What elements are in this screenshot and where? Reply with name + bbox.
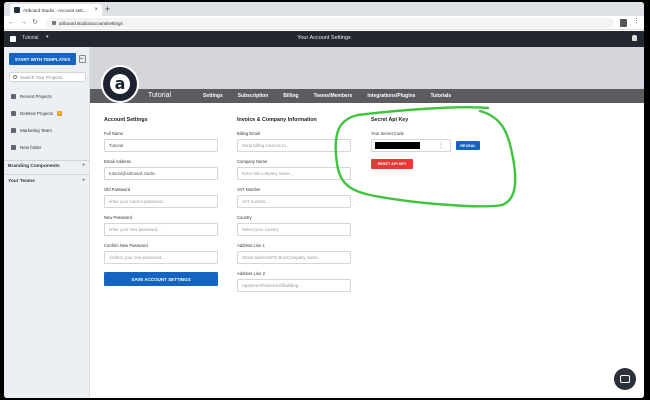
sidebar-item-label: Marketing Team <box>20 127 52 133</box>
search-icon <box>13 75 17 79</box>
confirm-password-field[interactable]: confirm your new password... <box>104 251 218 264</box>
section-your-teams[interactable]: Your Teams <box>8 179 35 184</box>
settings-tabs: Settings Subscription Billing Teams/Memb… <box>203 89 451 103</box>
annotation-highlight-icon <box>334 105 517 208</box>
country-label: Country <box>237 215 252 220</box>
forward-icon[interactable]: → <box>20 18 27 28</box>
start-with-templates-button[interactable]: START WITH TEMPLATES <box>9 53 76 65</box>
new-tab-button[interactable]: + <box>105 4 110 14</box>
full-name-field[interactable]: Tutorial <box>104 139 218 152</box>
address-bar[interactable]: artboard.studio/account/settings <box>46 18 614 28</box>
collapse-sidebar-icon[interactable]: ⇤ <box>79 55 86 63</box>
clock-icon <box>11 93 16 99</box>
search-projects-input[interactable]: Search Your Projects... <box>9 72 86 82</box>
sidebar-item-label: New folder <box>20 144 42 150</box>
browser-toolbar: ← → ↻ artboard.studio/account/settings ⋮ <box>4 16 644 30</box>
old-password-label: Old Password <box>104 187 131 192</box>
country-select[interactable]: Select your country <box>237 223 351 236</box>
tab-settings[interactable]: Settings <box>203 93 223 99</box>
close-tab-icon[interactable]: × <box>94 7 98 13</box>
chat-widget-button[interactable] <box>614 368 636 390</box>
reload-icon[interactable]: ↻ <box>32 18 38 28</box>
folder-icon <box>11 144 16 150</box>
tab-strip: Artboard Studio - Account sett... × + <box>4 2 644 16</box>
search-placeholder: Search Your Projects... <box>20 74 66 80</box>
tab-tutorials[interactable]: Tutorials <box>430 93 451 99</box>
back-icon[interactable]: ← <box>8 18 15 28</box>
add-icon[interactable]: + <box>82 163 86 169</box>
chat-icon <box>620 375 630 383</box>
video-frame: Artboard Studio - Account sett... × + ← … <box>0 0 650 400</box>
address-line-1-field[interactable]: Street address/PO Box/Company name... <box>237 251 351 264</box>
save-account-settings-button[interactable]: SAVE ACCOUNT SETTINGS <box>104 272 218 286</box>
tab-integrations-plugins[interactable]: Integrations/Plugins <box>367 93 415 99</box>
tab-subscription[interactable]: Subscription <box>238 93 269 99</box>
url-text: artboard.studio/account/settings <box>59 20 123 26</box>
tab-billing[interactable]: Billing <box>283 93 298 99</box>
browser-menu-icon[interactable]: ⋮ <box>633 17 640 27</box>
divider <box>4 174 90 175</box>
favicon-icon <box>14 7 20 13</box>
app-topbar: Tutorial ▾ Your Account Settings <box>4 31 644 47</box>
email-label: Email Address <box>104 159 131 164</box>
folder-icon <box>11 127 16 133</box>
new-password-field[interactable]: enter your new password... <box>104 223 218 236</box>
sidebar-item-label: Recent Projects <box>20 93 52 99</box>
confirm-password-label: Confirm New Password <box>104 243 148 248</box>
project-name: Tutorial <box>148 92 172 99</box>
avatar[interactable]: a <box>101 65 139 103</box>
divider <box>4 160 90 161</box>
account-settings-form: Account Settings Full Name Tutorial Emai… <box>104 117 218 286</box>
avatar-letter: a <box>110 74 130 94</box>
lock-icon <box>52 21 56 25</box>
browser-tab[interactable]: Artboard Studio - Account sett... × <box>10 4 102 16</box>
sidebar-item-marketing-team[interactable]: Marketing Team <box>11 125 52 135</box>
address-line-2-label: Address Line 2 <box>237 271 265 276</box>
sidebar-item-new-folder[interactable]: New folder <box>11 142 42 152</box>
notification-bell-icon[interactable] <box>632 35 637 41</box>
full-name-label: Full Name <box>104 131 124 136</box>
sidebar-item-label: Deleted Projects <box>20 110 54 116</box>
tab-teams-members[interactable]: Teams/Members <box>314 93 353 99</box>
old-password-field[interactable]: enter your current password... <box>104 195 218 208</box>
profile-icon[interactable] <box>620 19 627 27</box>
page-title: Your Account Settings <box>297 35 351 41</box>
address-line-1-label: Address Line 1 <box>237 243 265 248</box>
add-icon[interactable]: + <box>82 178 86 184</box>
section-branding-components[interactable]: Branding Components <box>8 164 60 169</box>
sidebar-item-recent-projects[interactable]: Recent Projects <box>11 91 52 101</box>
browser-window: Artboard Studio - Account sett... × + ← … <box>4 2 644 398</box>
main-content: a Tutorial Settings Subscription Billing… <box>90 47 644 398</box>
email-field[interactable]: tutorial@artboard.studio <box>104 167 218 180</box>
header-banner <box>90 47 644 89</box>
trash-icon <box>11 110 16 116</box>
new-password-label: New Password <box>104 215 132 220</box>
address-line-2-field[interactable]: Apartment/Suite/Unit/Building... <box>237 279 351 292</box>
account-settings-title: Account Settings <box>104 117 148 123</box>
sidebar-item-deleted-projects[interactable]: Deleted Projects 3 <box>11 108 63 118</box>
sidebar: START WITH TEMPLATES ⇤ Search Your Proje… <box>4 47 90 398</box>
tab-title: Artboard Studio - Account sett... <box>23 7 87 13</box>
count-badge: 3 <box>57 110 63 116</box>
